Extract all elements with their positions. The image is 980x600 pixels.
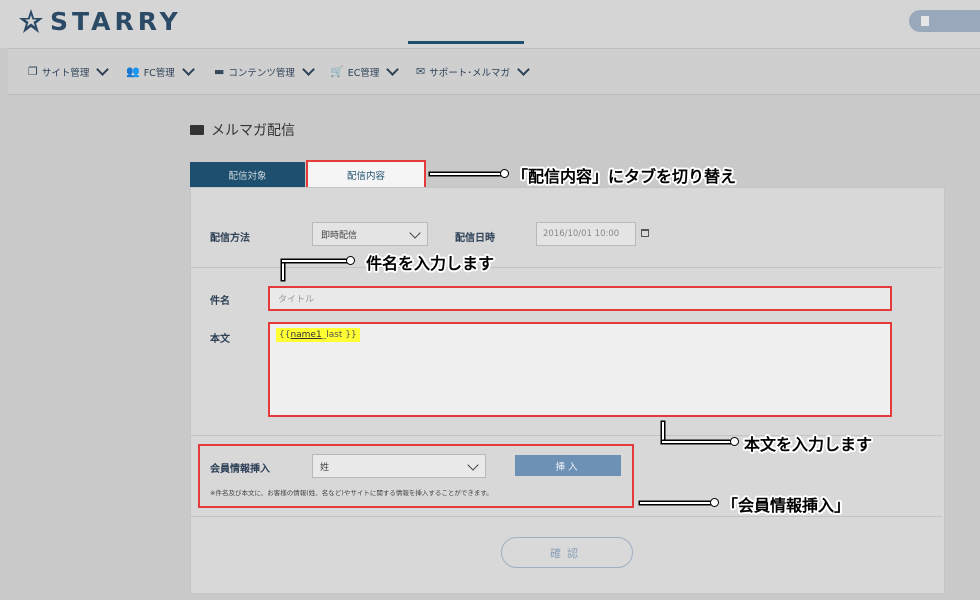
chevron-down-icon [409,227,421,239]
nav-item-label: サポート･メルマガ [429,67,510,79]
annotation-line [640,502,712,504]
tab-delivery-target[interactable]: 配信対象 [190,162,305,187]
method-label: 配信方法 [210,233,250,244]
body-template-token: {{ name1 _last }} [276,328,360,342]
body-label: 本文 [210,334,230,345]
nav-item-contents[interactable]: ▬ コンテンツ管理 [214,49,315,94]
user-icon [921,16,929,26]
divider [191,267,942,268]
nav-item-ec[interactable]: 🛒 EC管理 [330,49,400,94]
annotation-subject: 件名を入力します [366,254,495,273]
annotation-dot [710,498,719,507]
insert-button[interactable]: 挿入 [515,455,621,476]
chevron-down-icon [517,63,530,76]
tab-delivery-content[interactable]: 配信内容 [306,160,426,189]
chevron-down-icon [302,63,315,76]
nav-item-label: FC管理 [143,67,175,79]
chevron-down-icon [386,63,400,76]
annotation-line [430,173,502,175]
member-insert-note: ※件名及び本文に、お客様の情報(姓、名など)やサイトに関する情報を挿入することが… [210,489,493,497]
page-title-text: メルマガ配信 [211,123,295,139]
users-icon: 👥 [126,65,140,78]
envelope-icon: ✉ [416,65,426,78]
annotation-line [282,260,348,262]
star-logo-icon [19,9,43,33]
nav-item-site[interactable]: ❐ サイト管理 [28,49,110,94]
body-textarea[interactable] [268,322,892,417]
calendar-icon[interactable] [641,229,649,237]
cart-icon: 🛒 [330,65,344,78]
nav-active-indicator [408,41,524,44]
subject-label: 件名 [210,296,230,307]
folder-icon: ▬ [214,65,225,78]
divider [191,516,942,517]
subject-input[interactable]: タイトル [268,286,892,311]
logo-text: STARRY [50,6,182,36]
chevron-down-icon [467,459,479,471]
nav-item-label: サイト管理 [41,67,90,79]
token-var: name1 [290,330,322,340]
nav-item-support[interactable]: ✉ サポート･メルマガ [416,49,530,94]
annotation-tab-switch: 「配信内容」にタブを切り替え [512,167,737,186]
annotation-line [662,422,664,442]
annotation-line [282,260,284,280]
annotation-body: 本文を入力します [744,435,873,454]
user-menu-button[interactable] [909,10,980,32]
copy-icon: ❐ [28,65,38,78]
confirm-button[interactable]: 確認 [501,537,633,568]
nav-item-fc[interactable]: 👥 FC管理 [126,49,195,94]
logo[interactable]: STARRY [18,4,182,38]
member-insert-label: 会員情報挿入 [210,464,270,475]
delivery-method-value: 即時配信 [321,230,358,241]
delivery-datetime-input[interactable]: 2016/10/01 10:00 [536,222,636,246]
annotation-member: 「会員情報挿入」 [722,496,851,515]
delivery-datetime-value: 2016/10/01 10:00 [543,229,620,239]
token-open: {{ [279,330,291,340]
subject-placeholder: タイトル [278,295,315,305]
member-field-value: 姓 [320,462,330,473]
delivery-method-select[interactable]: 即時配信 [312,222,428,246]
page-title: メルマガ配信 [190,120,295,140]
member-field-select[interactable]: 姓 [312,454,486,478]
annotation-dot [500,169,509,178]
nav-item-label: コンテンツ管理 [228,67,295,79]
token-rest: _last }} [321,330,357,340]
chevron-down-icon [181,63,195,76]
annotation-line [662,441,732,443]
chevron-down-icon [96,63,110,76]
nav-item-label: EC管理 [347,67,380,79]
envelope-icon [190,125,204,135]
main-nav: ❐ サイト管理 👥 FC管理 ▬ コンテンツ管理 🛒 EC管理 ✉ サポート･メ… [8,48,980,95]
annotation-dot [730,437,739,446]
datetime-label: 配信日時 [455,233,495,244]
annotation-dot [346,256,355,265]
